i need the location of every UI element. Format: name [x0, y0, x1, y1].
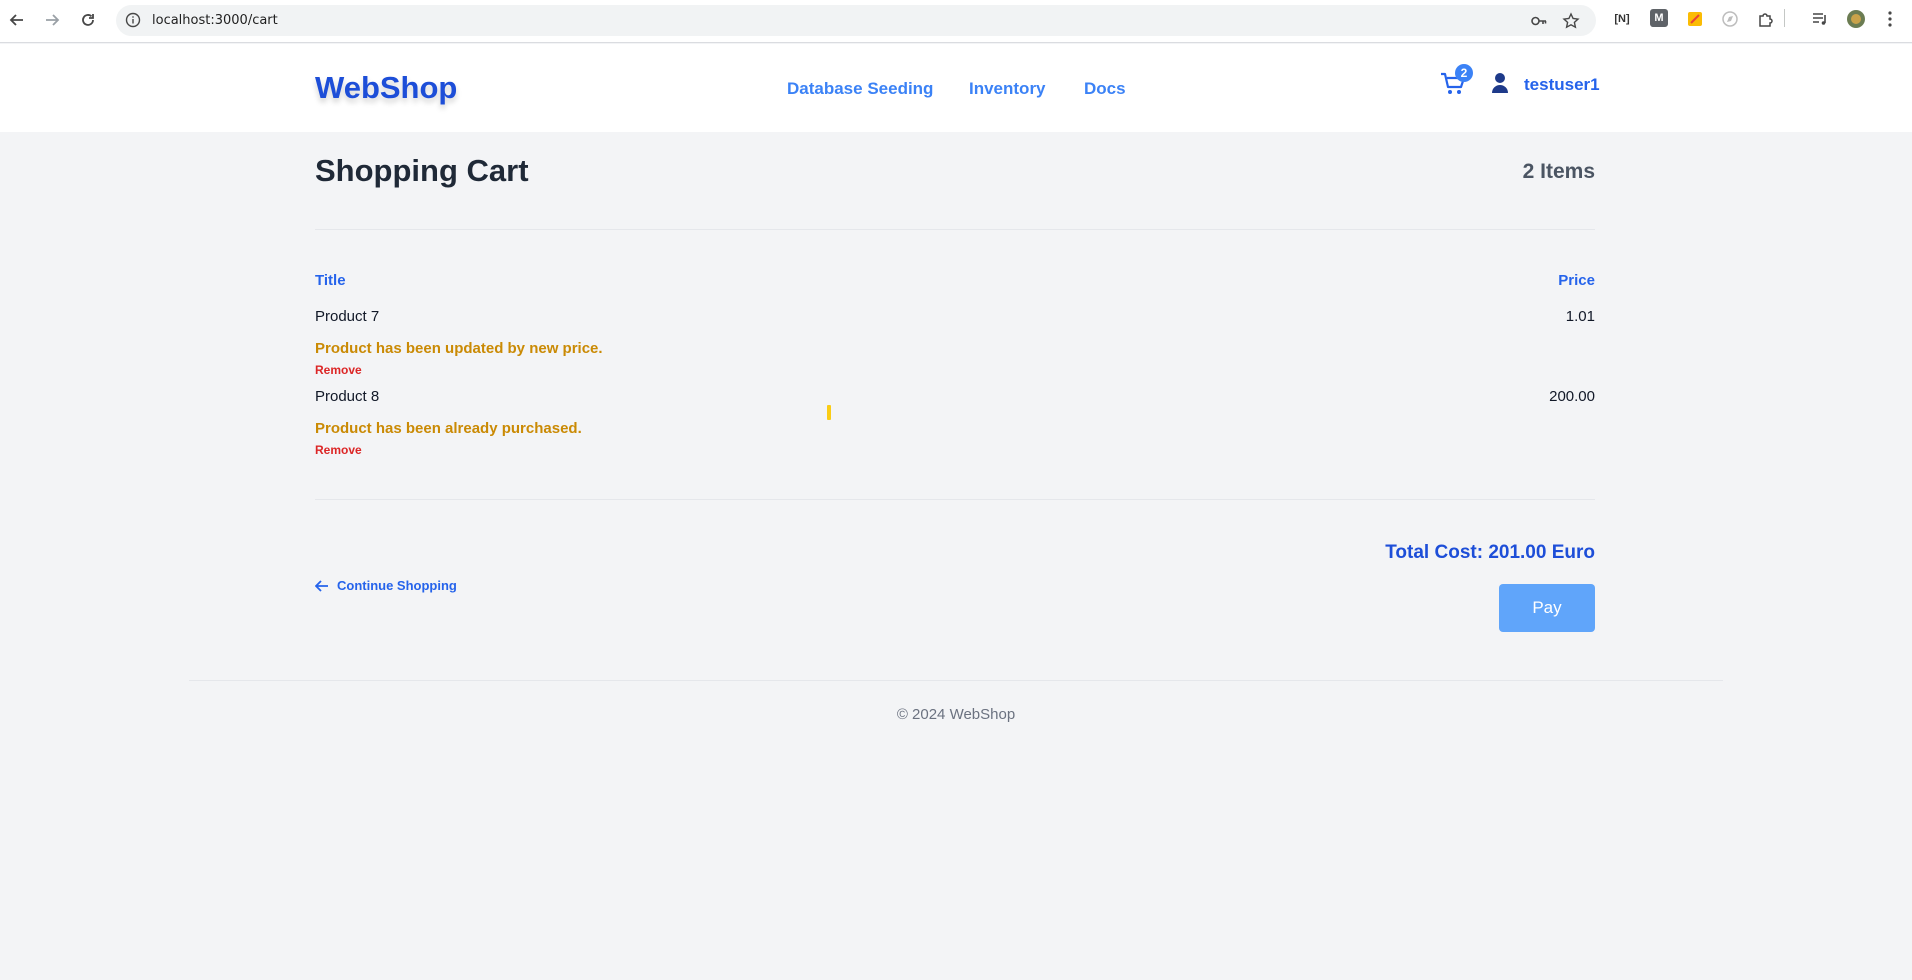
- cart-item-price: 200.00: [1549, 388, 1595, 405]
- site-info-icon[interactable]: [125, 12, 141, 28]
- footer-divider: [189, 680, 1723, 681]
- extension-n-icon[interactable]: [N]: [1612, 9, 1632, 29]
- cart-item-title: Product 7: [315, 308, 380, 325]
- column-header-price: Price: [1558, 272, 1595, 289]
- toolbar-divider: [1784, 9, 1785, 27]
- site-logo[interactable]: WebShop: [315, 70, 457, 106]
- continue-shopping-label: Continue Shopping: [337, 578, 457, 593]
- password-key-icon[interactable]: [1530, 12, 1548, 30]
- forward-icon[interactable]: [40, 8, 64, 32]
- url-text: localhost:3000/cart: [152, 13, 278, 28]
- back-icon[interactable]: [5, 8, 29, 32]
- nav-docs[interactable]: Docs: [1084, 79, 1126, 99]
- total-cost: Total Cost: 201.00 Euro: [1385, 542, 1595, 563]
- profile-avatar-icon[interactable]: [1846, 9, 1866, 29]
- user-icon[interactable]: [1490, 72, 1510, 94]
- cart-item-title: Product 8: [315, 388, 380, 405]
- media-control-icon[interactable]: [1810, 9, 1830, 29]
- divider: [315, 229, 1595, 230]
- page-title: Shopping Cart: [315, 153, 529, 188]
- username-link[interactable]: testuser1: [1524, 75, 1600, 95]
- remove-button[interactable]: Remove: [315, 443, 362, 457]
- remove-button[interactable]: Remove: [315, 363, 362, 377]
- text-cursor-marker: [827, 405, 831, 420]
- items-count: 2 Items: [1522, 160, 1595, 183]
- browser-toolbar: localhost:3000/cart [N] M: [0, 0, 1912, 43]
- nav-inventory[interactable]: Inventory: [969, 79, 1046, 99]
- extensions-puzzle-icon[interactable]: [1756, 9, 1776, 29]
- arrow-left-icon: [315, 579, 328, 592]
- extension-compass-icon[interactable]: [1720, 9, 1740, 29]
- browser-menu-icon[interactable]: [1880, 9, 1900, 29]
- divider: [315, 499, 1595, 500]
- cart-count-badge: 2: [1455, 64, 1473, 82]
- extension-m-icon[interactable]: M: [1650, 9, 1668, 27]
- continue-shopping-link[interactable]: Continue Shopping: [315, 578, 457, 593]
- cart-item-price: 1.01: [1565, 308, 1595, 325]
- column-header-title: Title: [315, 272, 346, 289]
- reload-icon[interactable]: [76, 8, 100, 32]
- footer-copyright: © 2024 WebShop: [896, 706, 1016, 723]
- pay-button[interactable]: Pay: [1499, 584, 1595, 632]
- cart-item-warning: Product has been already purchased.: [315, 420, 582, 437]
- nav-database-seeding[interactable]: Database Seeding: [787, 79, 933, 99]
- site-header: WebShop Database Seeding Inventory Docs …: [0, 44, 1912, 132]
- cart-item-warning: Product has been updated by new price.: [315, 340, 603, 357]
- extension-pencil-icon[interactable]: [1685, 9, 1705, 29]
- address-bar[interactable]: localhost:3000/cart: [116, 5, 1596, 36]
- bookmark-star-icon[interactable]: [1562, 12, 1580, 30]
